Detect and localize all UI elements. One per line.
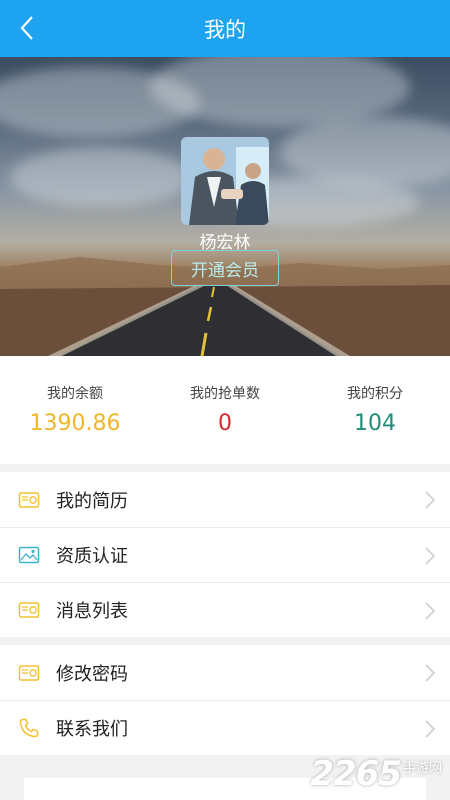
chevron-right-icon: [425, 602, 436, 620]
stats-panel: 我的余额 1390.86 我的抢单数 0 我的积分 104: [0, 356, 450, 464]
phone-icon: [19, 718, 39, 738]
message-card-icon: [18, 602, 40, 618]
resume-card-icon: [18, 491, 40, 508]
page-title: 我的: [204, 17, 246, 42]
menu-item-label: 消息列表: [56, 601, 128, 622]
menu-item-messages[interactable]: 消息列表: [0, 582, 450, 637]
stat-label: 我的积分: [347, 386, 403, 402]
stat-points[interactable]: 我的积分 104: [300, 356, 450, 464]
menu-item-label: 修改密码: [56, 663, 128, 685]
menu-item-label: 资质认证: [56, 546, 128, 567]
stat-label: 我的抢单数: [190, 386, 260, 402]
image-icon: [18, 546, 40, 564]
menu-item-contact-us[interactable]: 联系我们: [0, 700, 450, 755]
password-card-icon: [18, 664, 40, 681]
chevron-right-icon: [425, 664, 436, 682]
watermark: 2265 手游网: [310, 754, 442, 794]
stat-value: 104: [354, 411, 396, 436]
open-vip-button[interactable]: 开通会员: [171, 250, 279, 286]
stat-value: 0: [218, 411, 232, 436]
menu-item-label: 联系我们: [56, 719, 128, 740]
avatar[interactable]: [181, 137, 269, 225]
chevron-right-icon: [425, 547, 436, 565]
stat-value: 1390.86: [29, 411, 121, 436]
stat-balance[interactable]: 我的余额 1390.86: [0, 356, 150, 464]
menu-item-change-password[interactable]: 修改密码: [0, 645, 450, 700]
watermark-number: 2265: [310, 754, 402, 794]
stat-label: 我的余额: [47, 386, 103, 402]
menu-item-label: 我的简历: [56, 490, 128, 512]
watermark-suffix: 手游网: [402, 761, 442, 776]
menu-group-2: 修改密码 联系我们: [0, 645, 450, 755]
menu-item-qualification[interactable]: 资质认证: [0, 527, 450, 582]
stat-orders[interactable]: 我的抢单数 0: [150, 356, 300, 464]
menu-group-1: 我的简历 资质认证 消息列表: [0, 472, 450, 637]
top-bar: 我的: [0, 0, 450, 57]
chevron-right-icon: [425, 720, 436, 738]
chevron-right-icon: [425, 491, 436, 509]
profile-banner: 杨宏林 开通会员: [0, 57, 450, 356]
menu-item-resume[interactable]: 我的简历: [0, 472, 450, 527]
back-arrow-icon[interactable]: [12, 12, 42, 44]
